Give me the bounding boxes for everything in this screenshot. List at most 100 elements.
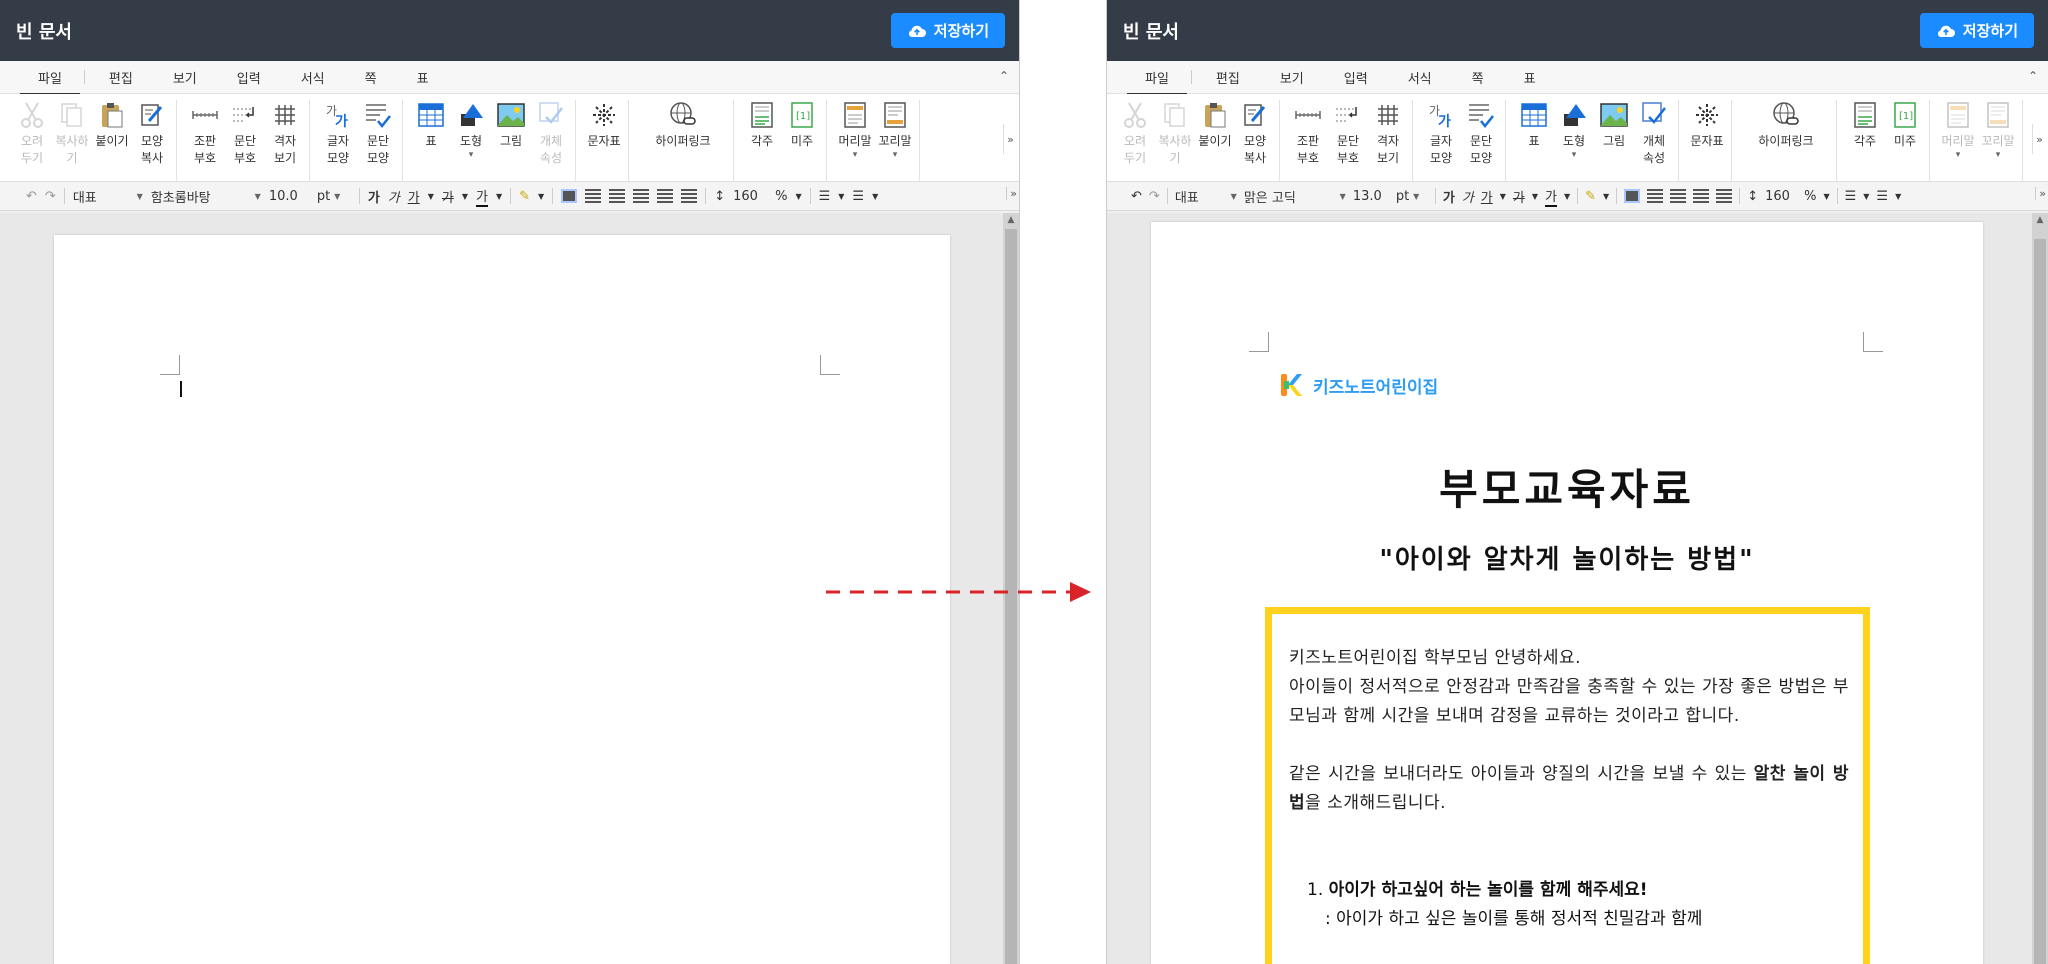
dropdown-arrow-icon[interactable]: ▾ (469, 150, 474, 160)
align-left-icon[interactable] (1647, 189, 1664, 203)
symbol-button[interactable]: 문자표 (1687, 100, 1727, 150)
highlight-icon[interactable]: ✎ (1585, 189, 1596, 204)
menu-insert[interactable]: 입력 (1324, 68, 1388, 87)
header-button[interactable]: 머리말 ▾ (1938, 100, 1978, 160)
dropdown-arrow-icon[interactable]: ▾ (893, 150, 898, 160)
scissors-button[interactable]: 오려 두기 (12, 100, 52, 167)
menu-file[interactable]: 파일 (1127, 68, 1187, 95)
menu-insert[interactable]: 입력 (217, 68, 281, 87)
object-props-button[interactable]: 개체 속성 (1634, 100, 1674, 167)
copy-button[interactable]: 복사하기 (1155, 100, 1195, 167)
dropdown-arrow-icon[interactable]: ▾ (1956, 150, 1961, 160)
menu-file[interactable]: 파일 (20, 68, 80, 95)
typesetting-marks-button[interactable]: 조판 부호 (185, 100, 225, 167)
paste-button[interactable]: 붙이기 (1195, 100, 1235, 150)
scroll-thumb[interactable] (2034, 239, 2046, 964)
format-painter-button[interactable]: 모양 복사 (1235, 100, 1275, 167)
numbered-list-icon[interactable]: ☰ (819, 189, 831, 204)
dropdown-arrow-icon[interactable]: ▾ (853, 150, 858, 160)
font-size-input[interactable]: 13.0 (1353, 189, 1389, 204)
picture-button[interactable]: 그림 (491, 100, 531, 150)
menu-table[interactable]: 표 (397, 68, 449, 87)
menu-format[interactable]: 서식 (1388, 68, 1452, 87)
paragraph-marks-button[interactable]: 문단 부호 (1328, 100, 1368, 167)
undo-icon[interactable]: ↶ (1131, 189, 1142, 204)
header-button[interactable]: 머리말 ▾ (835, 100, 875, 160)
font-unit-select[interactable]: pt ▼ (1396, 189, 1428, 204)
align-distribute-icon[interactable] (1716, 189, 1733, 203)
menu-view[interactable]: 보기 (153, 68, 217, 87)
highlight-icon[interactable]: ✎ (519, 189, 530, 204)
endnote-button[interactable]: [1] 미주 (1885, 100, 1925, 150)
font-select[interactable]: 맑은 고딕 ▼ (1244, 187, 1346, 206)
document-page[interactable]: 키즈노트어린이집 부모교육자료 "아이와 알차게 놀이하는 방법" 키즈노트어린… (1151, 222, 1983, 964)
para-shape-button[interactable]: 문단 모양 (1461, 100, 1501, 167)
underline-icon[interactable]: 가 (1481, 187, 1493, 206)
numbered-list-icon[interactable]: ☰ (1845, 189, 1857, 204)
redo-icon[interactable]: ↷ (45, 189, 56, 204)
bullet-list-icon[interactable]: ☰ (1876, 189, 1888, 204)
footnote-button[interactable]: 각주 (1845, 100, 1885, 150)
font-size-input[interactable]: 10.0 (269, 189, 309, 204)
paragraph-marks-button[interactable]: 문단 부호 (225, 100, 265, 167)
italic-icon[interactable]: 가 (1462, 187, 1474, 206)
line-spacing-value[interactable]: 160 (1765, 189, 1797, 204)
shape-button[interactable]: 도형 ▾ (451, 100, 491, 160)
bold-icon[interactable]: 가 (1443, 187, 1455, 206)
menu-view[interactable]: 보기 (1260, 68, 1324, 87)
ribbon-more-icon[interactable]: » (1003, 124, 1017, 154)
para-shape-button[interactable]: 문단 모양 (358, 100, 398, 167)
vertical-scrollbar[interactable]: ▲ (2032, 213, 2048, 964)
symbol-button[interactable]: 문자표 (584, 100, 624, 150)
italic-icon[interactable]: 가 (388, 187, 400, 206)
style-select[interactable]: 대표 ▼ (73, 187, 143, 206)
scroll-up-icon[interactable]: ▲ (2032, 215, 2048, 225)
copy-button[interactable]: 복사하기 (52, 100, 92, 167)
font-unit-select[interactable]: pt ▼ (317, 189, 351, 204)
align-right-icon[interactable] (633, 189, 650, 203)
document-page[interactable] (54, 235, 950, 964)
align-distribute-icon[interactable] (657, 189, 674, 203)
paste-button[interactable]: 붙이기 (92, 100, 132, 150)
grid-view-button[interactable]: 격자 보기 (1368, 100, 1408, 167)
save-button[interactable]: 저장하기 (890, 13, 1005, 48)
shape-button[interactable]: 도형 ▾ (1554, 100, 1594, 160)
redo-icon[interactable]: ↷ (1149, 189, 1160, 204)
align-justify-icon[interactable] (561, 189, 578, 203)
scroll-up-icon[interactable]: ▲ (1003, 215, 1019, 225)
object-props-button[interactable]: 개체 속성 (531, 100, 571, 167)
style-select[interactable]: 대표 ▼ (1175, 187, 1237, 206)
footer-button[interactable]: 꼬리말 ▾ (875, 100, 915, 160)
strikethrough-icon[interactable]: 가 (442, 187, 454, 206)
table-button[interactable]: 표 (1514, 100, 1554, 150)
align-center-icon[interactable] (1670, 189, 1687, 203)
footnote-button[interactable]: 각주 (742, 100, 782, 150)
line-spacing-value[interactable]: 160 (733, 189, 767, 204)
typesetting-marks-button[interactable]: 조판 부호 (1288, 100, 1328, 167)
font-select[interactable]: 함초롬바탕 ▼ (151, 187, 261, 206)
endnote-button[interactable]: [1] 미주 (782, 100, 822, 150)
hyperlink-button[interactable]: 하이퍼링크 (1740, 100, 1832, 150)
menu-page[interactable]: 쪽 (1452, 68, 1504, 87)
collapse-ribbon-icon[interactable]: ⌃ (999, 69, 1009, 83)
menu-table[interactable]: 표 (1504, 68, 1556, 87)
menu-edit[interactable]: 편집 (89, 68, 153, 87)
table-button[interactable]: 표 (411, 100, 451, 150)
dropdown-arrow-icon[interactable]: ▾ (1996, 150, 2001, 160)
format-more-icon[interactable]: » (2035, 187, 2046, 200)
grid-view-button[interactable]: 격자 보기 (265, 100, 305, 167)
underline-icon[interactable]: 가 (408, 187, 420, 206)
undo-icon[interactable]: ↶ (26, 189, 37, 204)
align-justify-icon[interactable] (1624, 189, 1641, 203)
scissors-button[interactable]: 오려 두기 (1115, 100, 1155, 167)
dropdown-arrow-icon[interactable]: ▾ (1572, 150, 1577, 160)
menu-format[interactable]: 서식 (281, 68, 345, 87)
align-center-icon[interactable] (609, 189, 626, 203)
format-more-icon[interactable]: » (1006, 187, 1017, 200)
format-painter-button[interactable]: 모양 복사 (132, 100, 172, 167)
save-button[interactable]: 저장하기 (1919, 13, 2034, 48)
bullet-list-icon[interactable]: ☰ (852, 189, 864, 204)
font-color-icon[interactable]: 가 (1545, 186, 1557, 207)
char-shape-button[interactable]: 가 가 글자 모양 (1421, 100, 1461, 167)
collapse-ribbon-icon[interactable]: ⌃ (2028, 69, 2038, 83)
